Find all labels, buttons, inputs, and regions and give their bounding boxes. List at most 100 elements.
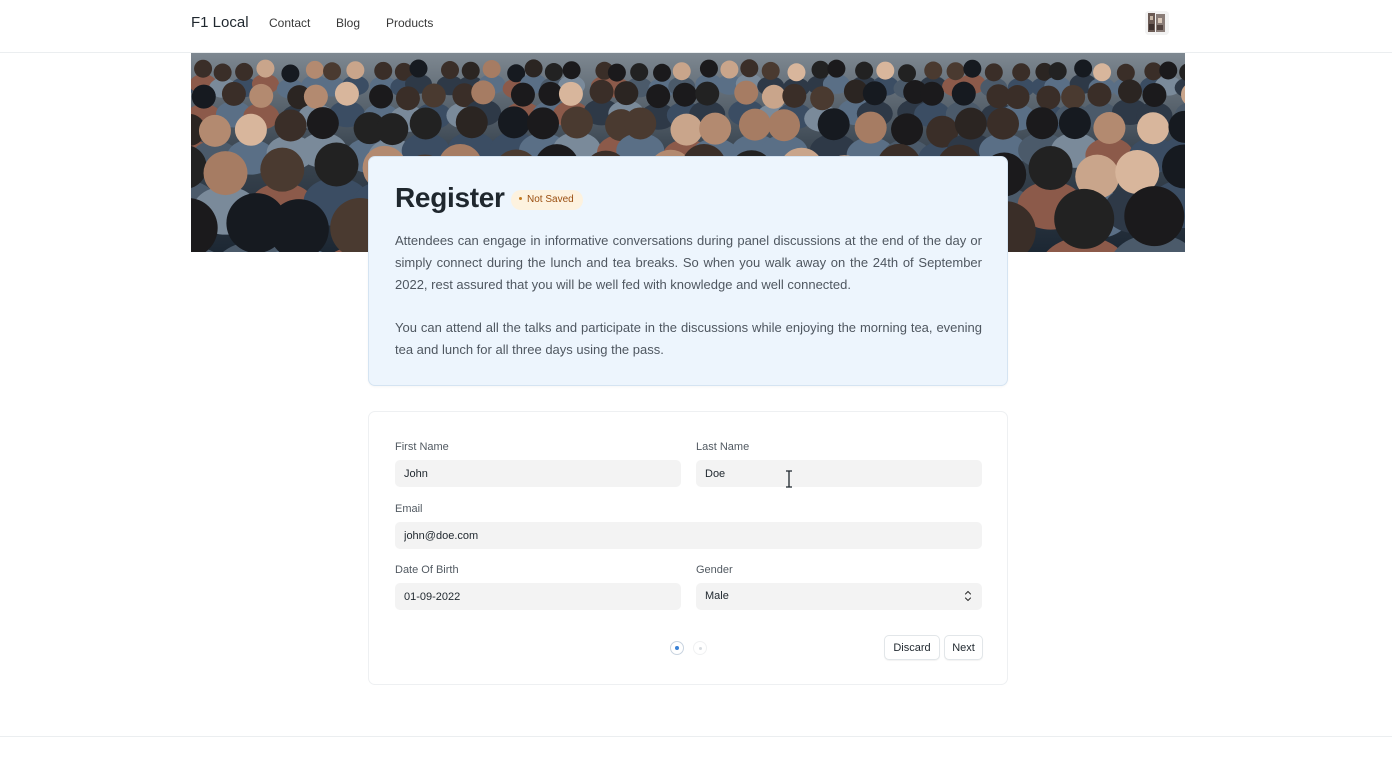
crowd-head [891, 113, 924, 146]
crowd-head [1005, 85, 1030, 110]
crowd-head [787, 63, 806, 82]
crowd-head [854, 111, 887, 144]
crowd-head [510, 82, 535, 107]
crowd-head [1117, 79, 1142, 104]
crowd-head [421, 83, 446, 108]
date-of-birth-input[interactable] [395, 583, 681, 610]
crowd-head [614, 81, 639, 106]
crowd-head [376, 113, 409, 146]
crowd-head [695, 81, 720, 106]
crowd-head [954, 107, 987, 140]
text-cursor-icon [786, 470, 792, 488]
registration-form: First Name Last Name Email Date Of Birth… [368, 411, 1008, 685]
crowd-head [630, 63, 649, 82]
crowd-head [526, 107, 559, 140]
crowd-head [221, 81, 246, 106]
crowd-head [817, 108, 850, 141]
crowd-head [1074, 59, 1093, 78]
crowd-head [497, 106, 530, 139]
crowd-head [369, 84, 394, 109]
crowd-head [946, 62, 965, 81]
crowd-head [256, 59, 275, 78]
crowd-head [653, 63, 672, 82]
crowd-head [699, 112, 732, 145]
brand-logo[interactable]: F1 Local [191, 14, 249, 31]
crowd-head [346, 61, 365, 80]
crowd-head [260, 147, 305, 192]
crowd-head [986, 107, 1019, 140]
crowd-head [374, 61, 393, 80]
crowd-head [1116, 63, 1135, 82]
crowd-head [607, 63, 626, 82]
crowd-head [1058, 107, 1091, 140]
crowd-head [544, 63, 563, 82]
crowd-head [624, 107, 657, 140]
crowd-head [984, 63, 1003, 82]
crowd-head [249, 83, 274, 108]
crowd-head [1093, 111, 1126, 144]
crowd-head [1159, 61, 1178, 80]
crowd-head [482, 60, 501, 79]
crowd-head [811, 60, 830, 79]
last-name-input[interactable] [696, 460, 982, 487]
nav-link-blog[interactable]: Blog [336, 16, 360, 30]
crowd-head [314, 142, 359, 187]
gender-label: Gender [696, 564, 733, 576]
crowd-head [1026, 107, 1059, 140]
crowd-head [524, 59, 543, 78]
first-name-input[interactable] [395, 460, 681, 487]
email-input[interactable] [395, 522, 982, 549]
next-button[interactable]: Next [944, 635, 983, 660]
crowd-head [672, 62, 691, 81]
navbar: F1 Local Contact Blog Products [0, 0, 1392, 53]
crowd-head [862, 81, 887, 106]
crowd-head [1061, 85, 1086, 110]
crowd-head [672, 82, 697, 107]
crowd-head [951, 81, 976, 106]
page-indicator-1[interactable] [670, 641, 684, 655]
crowd-head [699, 59, 718, 78]
date-of-birth-label: Date Of Birth [395, 564, 459, 576]
crowd-head [1142, 82, 1167, 107]
crowd-head [191, 84, 216, 109]
crowd-head [305, 60, 324, 79]
intro-paragraph: Attendees can engage in informative conv… [395, 233, 982, 292]
crowd-head [761, 84, 786, 109]
crowd-head [876, 61, 895, 80]
status-badge-label: Not Saved [527, 194, 574, 205]
crowd-head [740, 59, 759, 78]
crowd-head [810, 86, 835, 111]
crowd-head [409, 107, 442, 140]
crowd-head [855, 61, 874, 80]
crowd-head [303, 84, 328, 109]
crowd-head [306, 107, 339, 140]
crowd-head [1093, 63, 1112, 82]
footer-divider [0, 736, 1392, 737]
crowd-head [234, 113, 267, 146]
crowd-head [897, 64, 916, 83]
crowd-head [538, 81, 563, 106]
status-badge: Not Saved [511, 190, 583, 210]
crowd-head [963, 59, 982, 78]
nav-link-products[interactable]: Products [386, 16, 433, 30]
status-dot-icon [519, 196, 522, 200]
crowd-head [274, 109, 307, 142]
crowd-head [213, 63, 232, 82]
user-avatar[interactable] [1145, 11, 1169, 35]
page-indicator-2[interactable] [693, 641, 707, 655]
crowd-head [924, 61, 943, 80]
crowd-head [768, 109, 801, 142]
discard-button[interactable]: Discard [884, 635, 940, 660]
crowd-head [194, 59, 213, 78]
crowd-head [720, 60, 739, 79]
crowd-head [761, 61, 780, 80]
crowd-head [646, 84, 671, 109]
crowd-head [334, 81, 359, 106]
crowd-head [560, 106, 593, 139]
nav-link-contact[interactable]: Contact [269, 16, 310, 30]
last-name-label: Last Name [696, 441, 750, 453]
crowd-head [1124, 186, 1185, 247]
gender-select[interactable]: Male [696, 583, 982, 610]
crowd-head [471, 80, 496, 105]
crowd-head [558, 81, 583, 106]
